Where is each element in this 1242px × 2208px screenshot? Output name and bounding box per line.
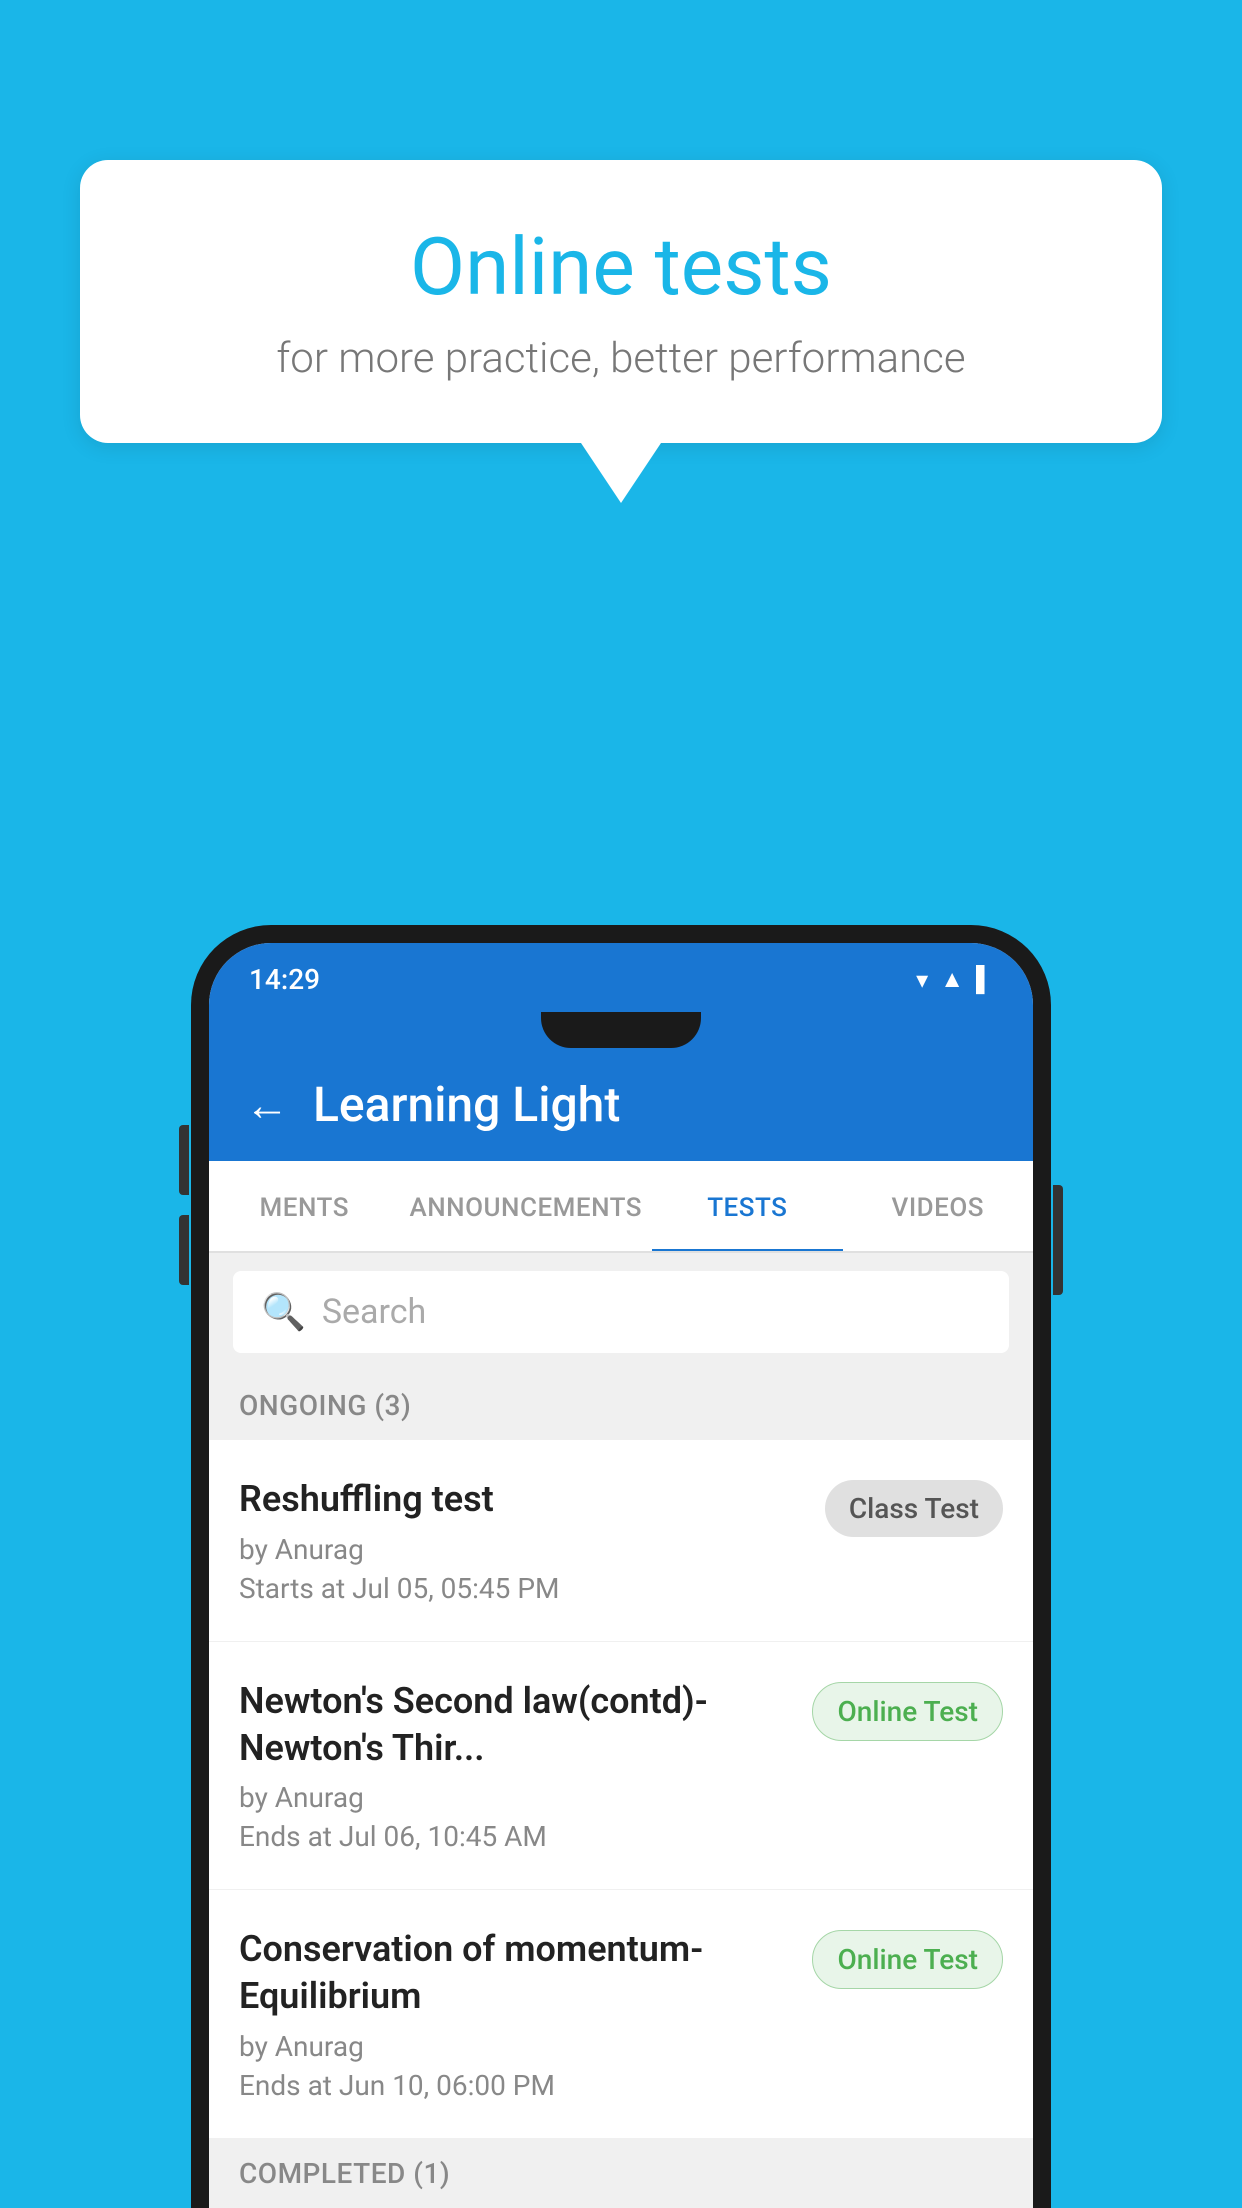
wifi-icon: ▾ xyxy=(916,966,928,994)
test-by-reshuffling: by Anurag xyxy=(239,1533,805,1566)
ongoing-label: ONGOING (3) xyxy=(239,1389,411,1422)
phone-power-button xyxy=(1053,1185,1063,1295)
test-date-newton: Ends at Jul 06, 10:45 AM xyxy=(239,1820,792,1853)
app-bar: ← Learning Light xyxy=(209,1048,1033,1161)
phone-volume-up xyxy=(179,1125,189,1195)
search-placeholder: Search xyxy=(322,1292,426,1332)
test-item-reshuffling[interactable]: Reshuffling test by Anurag Starts at Jul… xyxy=(209,1440,1033,1642)
test-name-conservation: Conservation of momentum-Equilibrium xyxy=(239,1926,792,2020)
bubble-subtitle: for more practice, better performance xyxy=(160,334,1082,383)
battery-icon: ▌ xyxy=(976,965,993,994)
status-time: 14:29 xyxy=(249,963,320,996)
phone-wrapper: 14:29 ▾ ▲ ▌ ← Learning Light MENTS xyxy=(191,925,1051,2208)
search-icon: 🔍 xyxy=(261,1291,306,1333)
search-box[interactable]: 🔍 Search xyxy=(233,1271,1009,1353)
tab-videos[interactable]: VIDEOS xyxy=(843,1161,1033,1251)
test-date-reshuffling: Starts at Jul 05, 05:45 PM xyxy=(239,1572,805,1605)
back-button[interactable]: ← xyxy=(245,1083,289,1127)
tab-ments[interactable]: MENTS xyxy=(209,1161,399,1251)
test-info-conservation: Conservation of momentum-Equilibrium by … xyxy=(239,1926,812,2102)
test-badge-reshuffling: Class Test xyxy=(825,1480,1003,1537)
test-badge-newton: Online Test xyxy=(812,1682,1003,1741)
speech-bubble-container: Online tests for more practice, better p… xyxy=(80,160,1162,503)
test-date-conservation: Ends at Jun 10, 06:00 PM xyxy=(239,2069,792,2102)
test-name-reshuffling: Reshuffling test xyxy=(239,1476,805,1523)
bubble-title: Online tests xyxy=(160,220,1082,314)
test-item-newton[interactable]: Newton's Second law(contd)-Newton's Thir… xyxy=(209,1642,1033,1891)
test-info-reshuffling: Reshuffling test by Anurag Starts at Jul… xyxy=(239,1476,825,1605)
tabs-container: MENTS ANNOUNCEMENTS TESTS VIDEOS xyxy=(209,1161,1033,1253)
tab-announcements[interactable]: ANNOUNCEMENTS xyxy=(399,1161,652,1251)
test-item-conservation[interactable]: Conservation of momentum-Equilibrium by … xyxy=(209,1890,1033,2139)
search-container: 🔍 Search xyxy=(209,1253,1033,1371)
app-title: Learning Light xyxy=(313,1076,620,1133)
completed-section-header: COMPLETED (1) xyxy=(209,2139,1033,2208)
test-name-newton: Newton's Second law(contd)-Newton's Thir… xyxy=(239,1678,792,1772)
status-bar: 14:29 ▾ ▲ ▌ xyxy=(209,943,1033,1012)
phone-volume-down xyxy=(179,1215,189,1285)
test-info-newton: Newton's Second law(contd)-Newton's Thir… xyxy=(239,1678,812,1854)
test-by-conservation: by Anurag xyxy=(239,2030,792,2063)
notch-bar xyxy=(209,1012,1033,1048)
notch xyxy=(541,1012,701,1048)
status-icons: ▾ ▲ ▌ xyxy=(916,965,993,994)
ongoing-section-header: ONGOING (3) xyxy=(209,1371,1033,1440)
speech-bubble: Online tests for more practice, better p… xyxy=(80,160,1162,443)
bubble-arrow xyxy=(581,443,661,503)
signal-icon: ▲ xyxy=(940,965,964,994)
test-by-newton: by Anurag xyxy=(239,1781,792,1814)
phone-frame: 14:29 ▾ ▲ ▌ ← Learning Light MENTS xyxy=(191,925,1051,2208)
tab-tests[interactable]: TESTS xyxy=(652,1161,842,1251)
test-badge-conservation: Online Test xyxy=(812,1930,1003,1989)
completed-label: COMPLETED (1) xyxy=(239,2157,450,2190)
phone-screen: 14:29 ▾ ▲ ▌ ← Learning Light MENTS xyxy=(209,943,1033,2208)
